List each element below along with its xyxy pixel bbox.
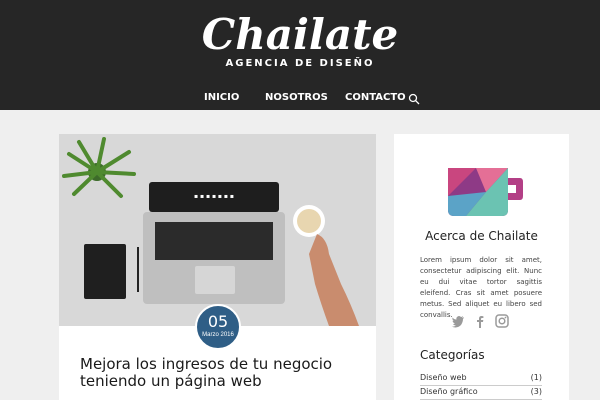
- search-icon[interactable]: [408, 92, 420, 105]
- categories-title: Categorías: [420, 348, 485, 362]
- site-header: Chailate AGENCIA DE DISEÑO INICIO NOSOTR…: [0, 0, 600, 110]
- main-nav: INICIO NOSOTROS CONTACTO: [0, 92, 600, 106]
- about-title: Acerca de Chailate: [425, 229, 538, 243]
- about-cup-logo: [446, 166, 524, 218]
- site-tagline: AGENCIA DE DISEÑO: [225, 58, 375, 69]
- category-label: Diseño web: [420, 373, 467, 382]
- category-item[interactable]: Diseño gráfico (3): [420, 386, 542, 400]
- nav-item-nosotros[interactable]: NOSOTROS: [265, 92, 328, 103]
- about-text: Lorem ipsum dolor sit amet, consectetur …: [420, 256, 542, 319]
- twitter-icon[interactable]: [451, 314, 465, 328]
- nav-item-contacto[interactable]: CONTACTO: [345, 92, 406, 103]
- site-logo[interactable]: Chailate: [0, 10, 600, 60]
- post-title[interactable]: Mejora los ingresos de tu negocio tenien…: [80, 356, 360, 390]
- post-hero-image[interactable]: ▪ ▪ ▪ ▪ ▪ ▪ ▪: [59, 134, 376, 326]
- social-links: [451, 314, 511, 328]
- category-count: (1): [530, 373, 542, 382]
- category-item[interactable]: Diseño web (1): [420, 372, 542, 386]
- post-date-badge: 05 Marzo 2016: [195, 304, 241, 350]
- facebook-icon[interactable]: [473, 314, 487, 328]
- post-date-month: Marzo 2016: [202, 332, 234, 338]
- categories-list: Diseño web (1) Diseño gráfico (3): [420, 372, 542, 400]
- svg-text:▪ ▪ ▪ ▪ ▪ ▪ ▪: ▪ ▪ ▪ ▪ ▪ ▪ ▪: [194, 193, 234, 200]
- post-date-day: 05: [207, 312, 229, 331]
- instagram-icon[interactable]: [495, 314, 509, 328]
- category-count: (3): [530, 387, 542, 396]
- blog-post-card: ▪ ▪ ▪ ▪ ▪ ▪ ▪ 05 Marzo 2016 Mejora los i…: [59, 134, 376, 400]
- category-label: Diseño gráfico: [420, 387, 478, 396]
- sidebar: Acerca de Chailate Lorem ipsum dolor sit…: [394, 134, 569, 400]
- nav-item-inicio[interactable]: INICIO: [204, 92, 239, 103]
